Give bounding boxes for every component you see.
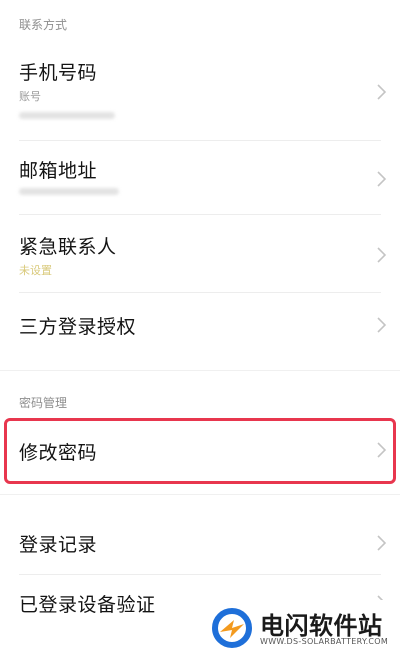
divider <box>19 140 381 141</box>
watermark: 电闪软件站 WWW.DS-SOLARBATTERY.COM <box>200 600 400 655</box>
section-header-password: 密码管理 <box>19 396 68 410</box>
site-logo-icon <box>212 608 252 648</box>
section-divider <box>0 494 400 495</box>
phone-number-row[interactable]: 手机号码 账号 <box>0 50 400 136</box>
blurred-phone-value <box>19 112 115 119</box>
row-subtitle-status: 未设置 <box>19 264 52 277</box>
chevron-right-icon <box>374 83 388 101</box>
blurred-email-value <box>19 188 119 195</box>
watermark-title: 电闪软件站 <box>260 612 383 640</box>
third-party-auth-row[interactable]: 三方登录授权 <box>0 296 400 358</box>
chevron-right-icon <box>374 170 388 188</box>
divider <box>19 214 381 215</box>
login-records-row[interactable]: 登录记录 <box>0 516 400 572</box>
divider <box>19 292 381 293</box>
row-subtitle: 账号 <box>19 90 41 103</box>
chevron-right-icon <box>374 534 388 552</box>
highlight-box <box>4 418 396 484</box>
watermark-url: WWW.DS-SOLARBATTERY.COM <box>260 637 389 646</box>
chevron-right-icon <box>374 246 388 264</box>
divider <box>19 574 381 575</box>
row-title: 三方登录授权 <box>19 316 137 338</box>
row-title: 手机号码 <box>19 62 98 84</box>
row-title: 邮箱地址 <box>19 160 98 182</box>
row-title: 紧急联系人 <box>19 236 117 258</box>
emergency-contact-row[interactable]: 紧急联系人 未设置 <box>0 218 400 290</box>
email-address-row[interactable]: 邮箱地址 <box>0 144 400 212</box>
section-header-contact: 联系方式 <box>19 18 68 32</box>
row-title: 已登录设备验证 <box>19 594 156 616</box>
row-title: 登录记录 <box>19 534 98 556</box>
section-divider <box>0 370 400 371</box>
chevron-right-icon <box>374 316 388 334</box>
